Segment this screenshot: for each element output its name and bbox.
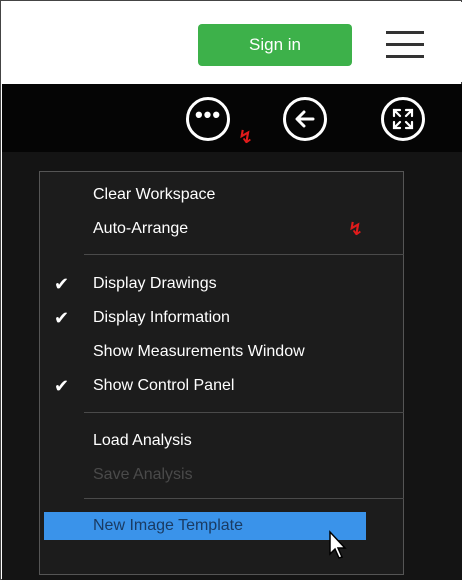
menu-item-clear-workspace[interactable]: Clear Workspace (93, 182, 215, 208)
app-frame: Sign in ••• ↯ Clear Workspace Auto-Arran… (0, 0, 462, 580)
menu-separator (84, 498, 404, 499)
annotation-marker: ↯ (238, 127, 254, 147)
top-bar: Sign in (2, 2, 462, 82)
menu-item-new-image-template[interactable]: New Image Template (44, 512, 366, 540)
menu-item-save-analysis: Save Analysis (93, 466, 193, 483)
menu-item-load-analysis[interactable]: Load Analysis (93, 428, 192, 454)
menu-item-label: New Image Template (93, 517, 243, 534)
menu-separator (84, 254, 404, 255)
mouse-cursor-icon (329, 530, 347, 559)
fullscreen-icon (392, 108, 414, 130)
menu-item-display-information[interactable]: Display Information (93, 305, 230, 331)
more-options-button[interactable]: ••• (186, 97, 230, 141)
more-options-icon: ••• (194, 102, 222, 127)
checkmark-icon: ✔ (54, 376, 70, 396)
checkmark-icon: ✔ (54, 274, 70, 294)
options-dropdown-menu: Clear Workspace Auto-Arrange ↯ ✔ Display… (39, 171, 404, 575)
back-arrow-icon (295, 110, 315, 128)
checkmark-icon: ✔ (54, 308, 70, 328)
hamburger-menu-icon[interactable] (386, 29, 424, 61)
menu-item-display-drawings[interactable]: Display Drawings (93, 271, 217, 297)
menu-separator (84, 412, 404, 413)
menu-item-show-control-panel[interactable]: Show Control Panel (93, 373, 234, 399)
annotation-marker: ↯ (348, 219, 364, 239)
back-button[interactable] (283, 97, 327, 141)
menu-item-auto-arrange[interactable]: Auto-Arrange (93, 216, 188, 242)
menu-item-show-measurements-window[interactable]: Show Measurements Window (93, 339, 305, 365)
sign-in-button[interactable]: Sign in (198, 24, 352, 66)
fullscreen-button[interactable] (381, 97, 425, 141)
